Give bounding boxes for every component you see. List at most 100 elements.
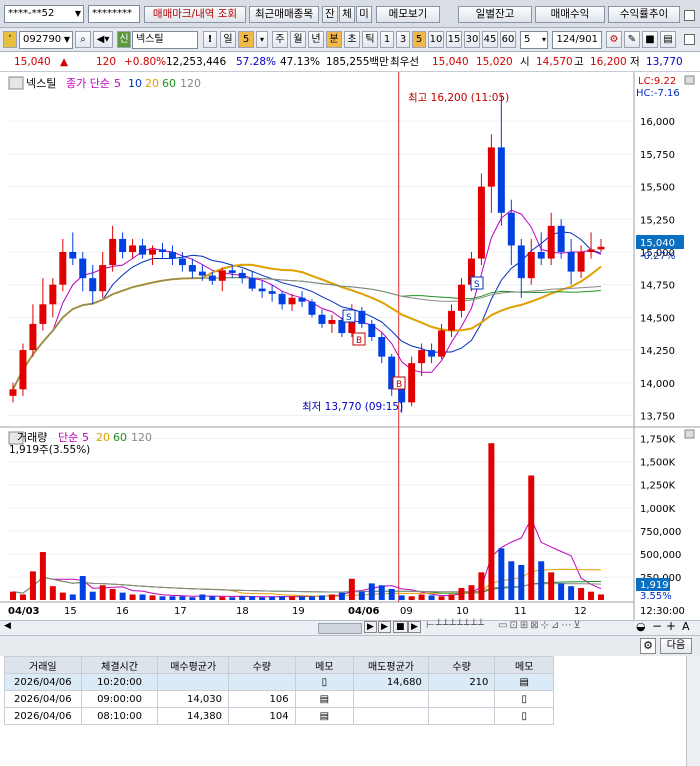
chart-scrollbar[interactable]: ◀ ▶ ▶ ■ ▶ ⊢┴┴┴┴┴┴┴ ▭⊡⊞⊠⊹⊿⋯⊻ ◒ − + A bbox=[0, 619, 700, 636]
recent-stocks-button[interactable]: 최근매매종목 bbox=[249, 6, 319, 23]
candle bbox=[368, 323, 376, 337]
vertical-scrollbar[interactable] bbox=[686, 656, 700, 766]
volume-bar bbox=[498, 548, 505, 600]
col-buy-qty: 수량 bbox=[228, 656, 296, 674]
sell-marker[interactable]: S bbox=[342, 309, 356, 323]
print-icon[interactable]: ▤ bbox=[660, 31, 676, 48]
minus-icon[interactable]: − bbox=[652, 619, 662, 633]
candle bbox=[158, 249, 166, 252]
interval-10[interactable]: 10 bbox=[428, 31, 444, 48]
period-number[interactable]: 5 bbox=[238, 31, 254, 48]
save-icon[interactable]: ■ bbox=[642, 31, 658, 48]
wrench-icon[interactable]: ⚙ bbox=[606, 31, 622, 48]
stop-icon[interactable]: ■ bbox=[393, 621, 408, 633]
chart-area[interactable]: 16,00015,75015,50015,25015,00014,75014,5… bbox=[0, 72, 700, 620]
cell-date: 2026/04/06 bbox=[4, 690, 82, 708]
play-icon[interactable]: ▶ bbox=[378, 621, 391, 633]
volume-bar bbox=[308, 596, 315, 600]
trade-mark-button[interactable]: 매매마크/내역 조회 bbox=[144, 6, 246, 23]
count-input[interactable]: 5 ▾ bbox=[520, 31, 548, 49]
stock-code-input[interactable]: 092790 ▼ bbox=[19, 31, 73, 49]
daily-balance-button[interactable]: 일별잔고 bbox=[458, 6, 532, 23]
memo-note-icon[interactable]: ▤ bbox=[294, 707, 355, 725]
candle bbox=[248, 278, 256, 289]
interval-1[interactable]: 1 bbox=[380, 31, 394, 48]
table-row[interactable]: 2026/04/06 08:10:00 14,380 104 ▤ ▯ bbox=[4, 707, 554, 725]
filled-button[interactable]: 체 bbox=[339, 6, 355, 23]
interval-45[interactable]: 45 bbox=[482, 31, 498, 48]
search-icon[interactable]: ⌕ bbox=[75, 31, 91, 48]
tab-tick[interactable]: 틱 bbox=[362, 31, 378, 48]
option-checkbox[interactable] bbox=[684, 10, 695, 21]
candle bbox=[527, 252, 535, 279]
account-select[interactable]: ****-**52 ▼ bbox=[4, 5, 84, 23]
memo-note-icon[interactable]: ▤ bbox=[494, 673, 554, 691]
volume-bar bbox=[79, 576, 86, 600]
volume-bar bbox=[598, 594, 605, 600]
candle bbox=[448, 310, 456, 331]
buy-marker[interactable]: B bbox=[352, 332, 366, 346]
price-expand-icon[interactable] bbox=[684, 75, 695, 85]
speaker-icon[interactable]: ◀▾ bbox=[93, 31, 113, 48]
stock-name-field[interactable]: 넥스틸 bbox=[132, 31, 198, 49]
cell-buy-qty: 104 bbox=[228, 707, 296, 725]
profit-trend-button[interactable]: 수익률추이 bbox=[608, 6, 680, 23]
lock-icon[interactable]: ʼ bbox=[3, 31, 17, 48]
zoom-slider[interactable]: ⊢┴┴┴┴┴┴┴ bbox=[426, 620, 485, 631]
memo-blank-icon[interactable]: ▯ bbox=[294, 673, 355, 691]
scroll-thumb[interactable] bbox=[318, 623, 362, 634]
info-icon[interactable]: ! bbox=[203, 31, 217, 48]
period-day[interactable]: 일 bbox=[220, 31, 236, 48]
password-field[interactable]: ******** bbox=[88, 5, 140, 23]
volume-bar bbox=[269, 596, 276, 600]
tab-month[interactable]: 월 bbox=[290, 31, 306, 48]
sell-marker[interactable]: S bbox=[470, 276, 484, 290]
volume-bar bbox=[109, 588, 116, 600]
tab-year[interactable]: 년 bbox=[308, 31, 324, 48]
drawing-tools-icon[interactable]: ▭⊡⊞⊠⊹⊿⋯⊻ bbox=[498, 620, 583, 631]
tab-week[interactable]: 주 bbox=[272, 31, 288, 48]
memo-note-icon[interactable]: ▤ bbox=[294, 690, 355, 708]
auto-icon[interactable]: A bbox=[682, 620, 690, 633]
settings-icon[interactable]: ⚙ bbox=[640, 638, 656, 654]
interval-3[interactable]: 3 bbox=[396, 31, 410, 48]
balance-button[interactable]: 잔 bbox=[322, 6, 338, 23]
candle bbox=[438, 330, 446, 357]
next-button[interactable]: 다음 bbox=[660, 638, 692, 654]
plus-icon[interactable]: + bbox=[666, 619, 676, 633]
zoom-out-icon[interactable]: ◒ bbox=[636, 620, 646, 633]
candle bbox=[557, 225, 565, 252]
table-row[interactable]: 2026/04/06 09:00:00 14,030 106 ▤ ▯ bbox=[4, 690, 554, 708]
volume-bar bbox=[538, 561, 545, 600]
cell-buy-avg: 14,380 bbox=[157, 707, 230, 725]
trade-profit-button[interactable]: 매매수익 bbox=[535, 6, 605, 23]
scroll-right-icon[interactable]: ▶ bbox=[364, 621, 377, 633]
interval-15[interactable]: 15 bbox=[446, 31, 462, 48]
pane-menu-icon[interactable] bbox=[8, 76, 24, 90]
lc-label: LC:9.22 bbox=[638, 76, 676, 87]
unfilled-button[interactable]: 미 bbox=[356, 6, 372, 23]
memo-view-button[interactable]: 메모보기 bbox=[376, 6, 440, 23]
interval-5[interactable]: 5 bbox=[412, 31, 426, 48]
candle bbox=[258, 288, 266, 292]
buy-marker[interactable]: B bbox=[392, 376, 406, 390]
paging-field[interactable]: 124/901 bbox=[552, 31, 602, 49]
interval-30[interactable]: 30 bbox=[464, 31, 480, 48]
col-buy-avg: 매수평균가 bbox=[157, 656, 230, 674]
table-row[interactable]: 2026/04/06 10:20:00 ▯ 14,680 210 ▤ bbox=[4, 673, 554, 691]
option-checkbox-2[interactable] bbox=[684, 34, 695, 45]
cell-time: 08:10:00 bbox=[80, 707, 159, 725]
period-dropdown[interactable]: ▾ bbox=[256, 31, 268, 48]
tab-second[interactable]: 초 bbox=[344, 31, 360, 48]
candle bbox=[477, 186, 485, 259]
pen-icon[interactable]: ✎ bbox=[624, 31, 640, 48]
scroll-left-icon[interactable]: ◀ bbox=[4, 621, 11, 631]
memo-blank-icon[interactable]: ▯ bbox=[494, 690, 554, 708]
ask: 15,040 bbox=[432, 56, 469, 68]
svg-text:S: S bbox=[474, 280, 480, 290]
memo-blank-icon[interactable]: ▯ bbox=[494, 707, 554, 725]
next-icon[interactable]: ▶ bbox=[408, 621, 421, 633]
interval-60[interactable]: 60 bbox=[500, 31, 516, 48]
vol-expand-icon[interactable] bbox=[684, 429, 695, 439]
tab-minute[interactable]: 분 bbox=[326, 31, 342, 48]
